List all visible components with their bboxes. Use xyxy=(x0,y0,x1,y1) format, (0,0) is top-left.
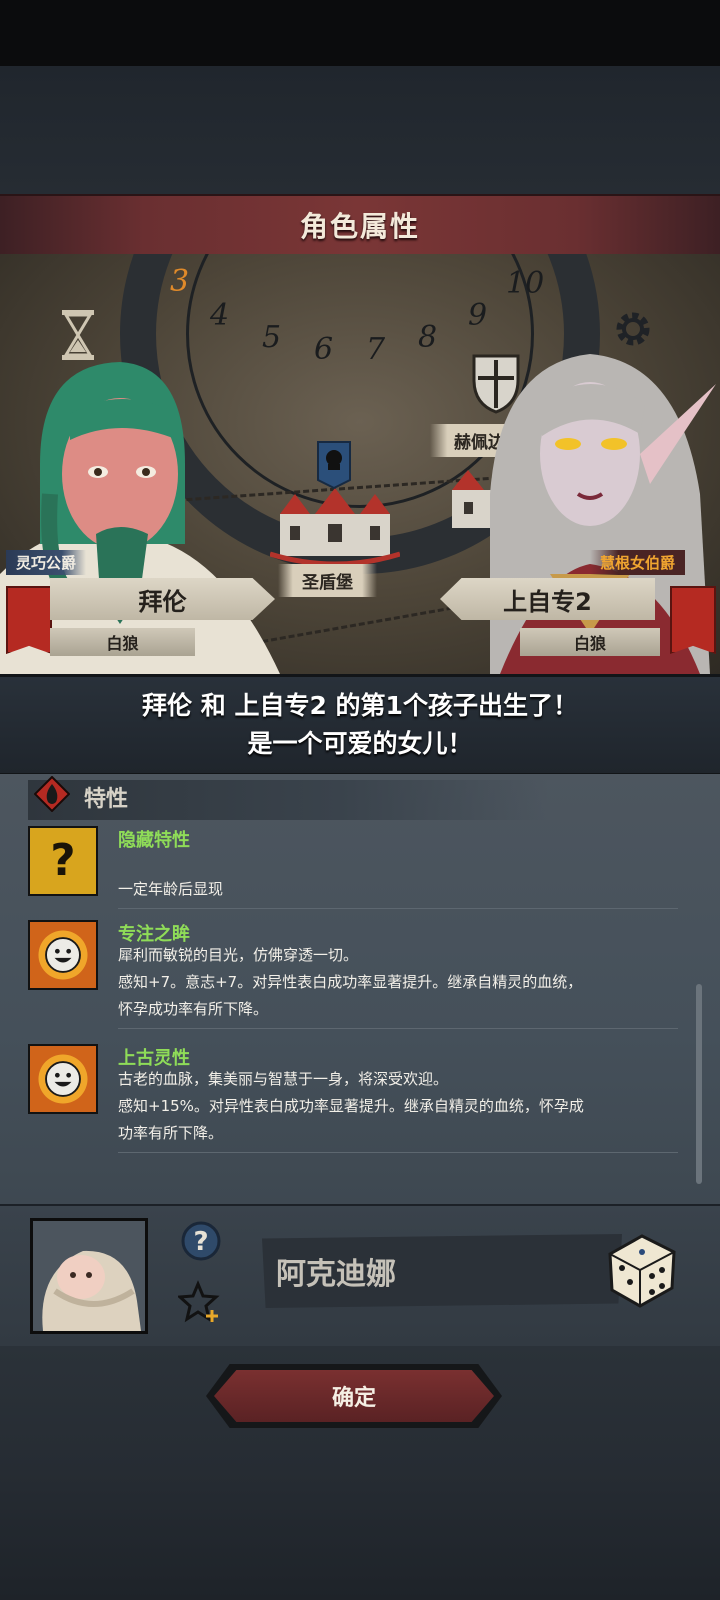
trait-item[interactable]: 上古灵性 古老的血脉，集美丽与智慧于一身，将深受欢迎。 感知+15%。对异性表白… xyxy=(28,1044,678,1154)
birth-announcement: 拜伦 和 上自专2 的第1个孩子出生了！ 是一个可爱的女儿！ xyxy=(0,674,720,776)
trait-divider xyxy=(118,1152,678,1153)
mother-house: 白狼 xyxy=(520,628,660,656)
baby-portrait[interactable] xyxy=(30,1218,148,1334)
mother-title: 慧根女伯爵 xyxy=(590,550,686,575)
dial-number: 10 xyxy=(506,266,545,301)
traits-title: 特性 xyxy=(84,787,129,812)
svg-text:?: ? xyxy=(50,836,75,886)
trait-description: 怀孕成功率有所下降。 xyxy=(118,1000,269,1018)
trait-description: 犀利而敏锐的目光，仿佛穿透一切。 xyxy=(118,946,359,964)
dial-number: 8 xyxy=(418,320,438,355)
trait-description: 功率有所下降。 xyxy=(118,1124,224,1142)
announcement-line: 是一个可爱的女儿！ xyxy=(247,729,473,758)
wolf-banner-icon[interactable] xyxy=(6,586,52,654)
backdrop-bottom xyxy=(0,1472,720,1600)
trait-name: 隐藏特性 xyxy=(118,830,190,851)
child-name-field[interactable] xyxy=(262,1234,622,1308)
birth-scene: 3 4 5 6 7 8 9 10 赫佩边境 圣盾堡 灵巧公爵 慧根女伯爵 拜伦 … xyxy=(0,254,720,674)
smiley-sun-icon xyxy=(28,1044,98,1114)
svg-text:?: ? xyxy=(193,1227,208,1257)
trait-description: 一定年龄后显现 xyxy=(118,880,224,898)
trait-description: 感知+15%。对异性表白成功率显著提升。继承自精灵的血统，怀孕成 xyxy=(118,1097,584,1115)
footer: 确定 xyxy=(0,1346,720,1472)
trait-divider xyxy=(118,908,678,909)
trait-description: 古老的血脉，集美丽与智慧于一身，将深受欢迎。 xyxy=(118,1070,449,1088)
page-title: 角色属性 xyxy=(299,210,420,243)
mother-name[interactable]: 上自专2 xyxy=(440,578,655,620)
announcement-line: 拜伦 和 上自专2 的第1个孩子出生了！ xyxy=(142,691,578,720)
trait-description: 感知+7。意志+7。对异性表白成功率显著提升。继承自精灵的血统， xyxy=(118,973,583,991)
wolf-banner-icon[interactable] xyxy=(670,586,716,654)
confirm-button[interactable]: 确定 xyxy=(214,1370,494,1422)
castle-icon[interactable] xyxy=(270,484,400,564)
traits-scrollbar[interactable] xyxy=(696,984,702,1184)
place-label-shengdunbao[interactable]: 圣盾堡 xyxy=(278,564,377,597)
flame-diamond-icon xyxy=(34,776,70,812)
dial-number: 7 xyxy=(366,332,386,367)
favorite-add-icon[interactable] xyxy=(178,1280,222,1324)
dial-number-current: 3 xyxy=(170,264,190,299)
title-banner: 角色属性 xyxy=(0,194,720,256)
father-title: 灵巧公爵 xyxy=(6,550,87,575)
dial-number: 4 xyxy=(210,298,230,333)
smiley-sun-icon xyxy=(28,920,98,990)
trait-item[interactable]: ? 隐藏特性 一定年龄后显现 xyxy=(28,826,678,909)
skull-banner-icon[interactable] xyxy=(316,440,352,490)
traits-panel[interactable]: 特性 ? 隐藏特性 一定年龄后显现 专注之眸 犀利而敏锐的目光，仿佛穿透一切。 … xyxy=(0,774,720,1204)
trait-item[interactable]: 专注之眸 犀利而敏锐的目光，仿佛穿透一切。 感知+7。意志+7。对异性表白成功率… xyxy=(28,920,678,1030)
help-icon[interactable]: ? xyxy=(180,1220,222,1262)
father-house: 白狼 xyxy=(50,628,195,656)
dial-number: 6 xyxy=(314,332,334,367)
dial-number: 9 xyxy=(468,298,488,333)
dice-icon[interactable] xyxy=(604,1230,680,1310)
father-name[interactable]: 拜伦 xyxy=(50,578,275,620)
status-bar-area xyxy=(0,0,720,66)
trait-divider xyxy=(118,1028,678,1029)
backdrop-top xyxy=(0,66,720,194)
baby-icon xyxy=(42,1250,141,1331)
question-mark-icon: ? xyxy=(28,826,98,896)
child-section: ? xyxy=(0,1206,720,1346)
